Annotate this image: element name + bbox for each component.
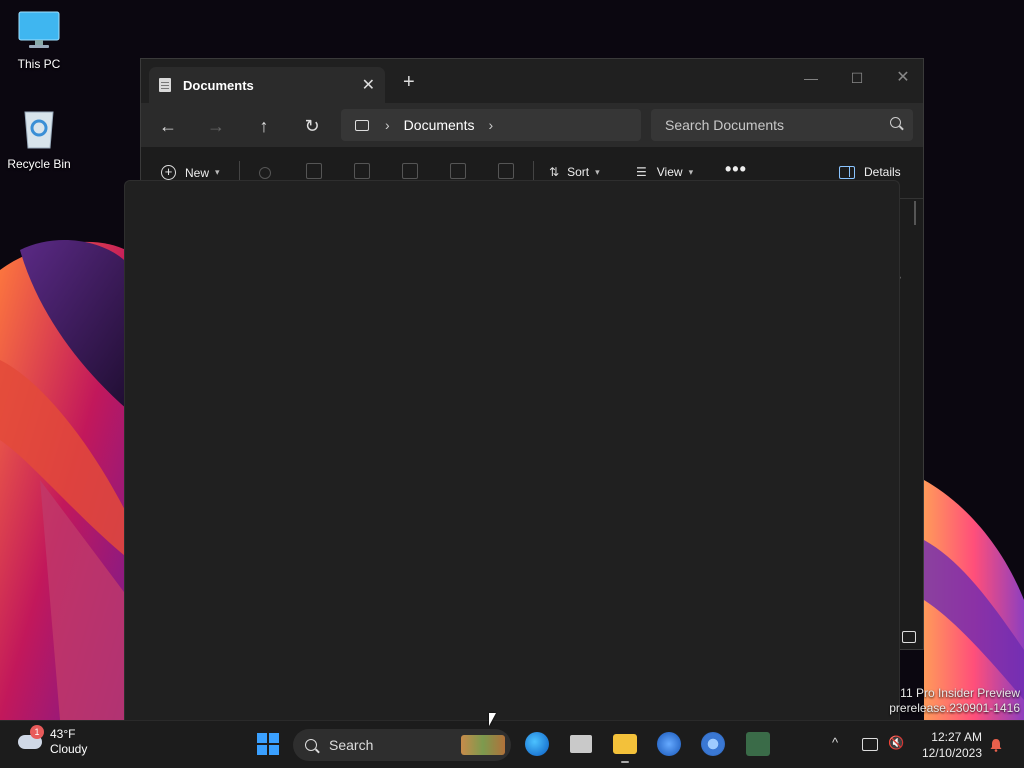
file-explorer-icon[interactable] [613, 734, 637, 754]
mouse-cursor [489, 713, 496, 726]
address-bar[interactable]: › Documents › [341, 109, 641, 141]
rename-icon[interactable] [402, 163, 418, 179]
monitor-icon [18, 11, 60, 48]
start-button[interactable] [257, 733, 279, 755]
taskbar-search[interactable]: Search [293, 729, 511, 761]
desktop-icon-recycle-bin[interactable]: Recycle Bin [0, 106, 78, 171]
search-highlight-icon [461, 735, 505, 755]
desktop-icon-this-pc[interactable]: This PC [0, 10, 78, 71]
share-icon[interactable] [450, 163, 466, 179]
breadcrumb-documents[interactable]: Documents [404, 117, 475, 133]
view-list-icon: ☰ [636, 165, 647, 179]
windows-logo-icon [269, 745, 279, 755]
taskbar: 1 43°F Cloudy Search ^ 🔇 12:27 AM 12/10/… [0, 720, 1024, 768]
edge-icon[interactable] [525, 732, 549, 756]
app-icon[interactable] [657, 732, 681, 756]
more-options-button[interactable]: ••• [725, 159, 747, 180]
view-button[interactable]: ☰ View ▾ [636, 165, 693, 179]
windows-logo-icon [257, 733, 267, 743]
chevron-down-icon: ▾ [215, 167, 220, 177]
network-icon[interactable] [862, 738, 878, 751]
navigation-bar: ← → ↑ ↻ › Documents › Search Documents [141, 103, 923, 147]
weather-condition: Cloudy [50, 742, 88, 756]
cloud-icon: 1 [18, 725, 44, 749]
breadcrumb-separator[interactable]: › [488, 117, 493, 133]
delete-icon[interactable] [498, 163, 514, 179]
scrollbar[interactable] [914, 201, 916, 225]
task-view-icon[interactable] [570, 735, 592, 753]
clock-time: 12:27 AM [931, 730, 982, 744]
minimize-button[interactable]: — [791, 65, 831, 91]
clock-date: 12/10/2023 [921, 746, 982, 760]
notification-bell-icon[interactable] [989, 738, 1003, 752]
sort-icon: ⇅ [549, 165, 560, 179]
search-box[interactable]: Search Documents [651, 109, 913, 141]
plus-circle-icon: + [161, 165, 176, 180]
insider-watermark: 11 Pro Insider Preview prerelease.230901… [889, 686, 1020, 716]
tiles-view-icon[interactable] [902, 631, 916, 643]
refresh-button[interactable]: ↻ [299, 113, 325, 139]
sort-label: Sort [567, 165, 590, 179]
windows-logo-icon [269, 733, 279, 743]
title-bar: Documents ✕ + — ☐ ✕ [141, 59, 923, 103]
search-icon [305, 739, 317, 751]
volume-muted-icon[interactable]: 🔇 [888, 735, 904, 751]
details-label: Details [864, 165, 901, 179]
new-button[interactable]: + New ▾ [161, 165, 220, 180]
sort-button[interactable]: ⇅ Sort ▾ [549, 165, 600, 179]
details-pane-icon [839, 165, 855, 179]
forward-button[interactable]: → [203, 113, 229, 139]
running-indicator [621, 761, 629, 763]
desktop-icon-label: Recycle Bin [7, 157, 71, 171]
breadcrumb-separator[interactable]: › [385, 117, 390, 133]
up-button[interactable]: ↑ [251, 113, 277, 139]
new-label: New [185, 165, 210, 180]
maximize-button[interactable]: ☐ [837, 65, 877, 91]
chevron-down-icon: ▾ [688, 166, 694, 177]
tab-title: Documents [183, 77, 254, 93]
watermark-line: 11 Pro Insider Preview [900, 686, 1020, 700]
copy-icon[interactable] [306, 163, 322, 179]
notification-badge: 1 [30, 725, 44, 739]
paste-icon[interactable] [354, 163, 370, 179]
back-button[interactable]: ← [155, 113, 181, 139]
clock[interactable]: 12:27 AM 12/10/2023 [918, 729, 982, 761]
show-hidden-icons-button[interactable]: ^ [832, 735, 838, 750]
view-label: View [656, 165, 683, 179]
close-tab-icon[interactable]: ✕ [362, 75, 375, 95]
windows-logo-icon [257, 745, 267, 755]
taskbar-search-label: Search [329, 737, 374, 753]
search-placeholder: Search Documents [665, 117, 785, 133]
close-window-button[interactable]: ✕ [883, 65, 923, 91]
chevron-down-icon: ▾ [595, 166, 600, 177]
details-pane-button[interactable]: Details [839, 165, 901, 179]
weather-widget[interactable]: 1 43°F Cloudy [18, 725, 88, 757]
computer-icon [355, 119, 369, 131]
cut-icon[interactable] [259, 167, 271, 179]
new-tab-button[interactable]: + [403, 71, 415, 94]
tab-documents[interactable]: Documents ✕ [149, 67, 385, 103]
task-manager-icon[interactable] [746, 732, 770, 756]
weather-temp: 43°F [50, 727, 76, 741]
chrome-icon[interactable] [701, 732, 725, 756]
document-icon [159, 78, 171, 92]
watermark-line: prerelease.230901-1416 [889, 701, 1020, 715]
search-icon[interactable] [890, 117, 901, 128]
desktop-icon-label: This PC [17, 57, 61, 71]
blank-overlay-panel [124, 180, 900, 721]
recycle-bin-icon [24, 111, 54, 149]
